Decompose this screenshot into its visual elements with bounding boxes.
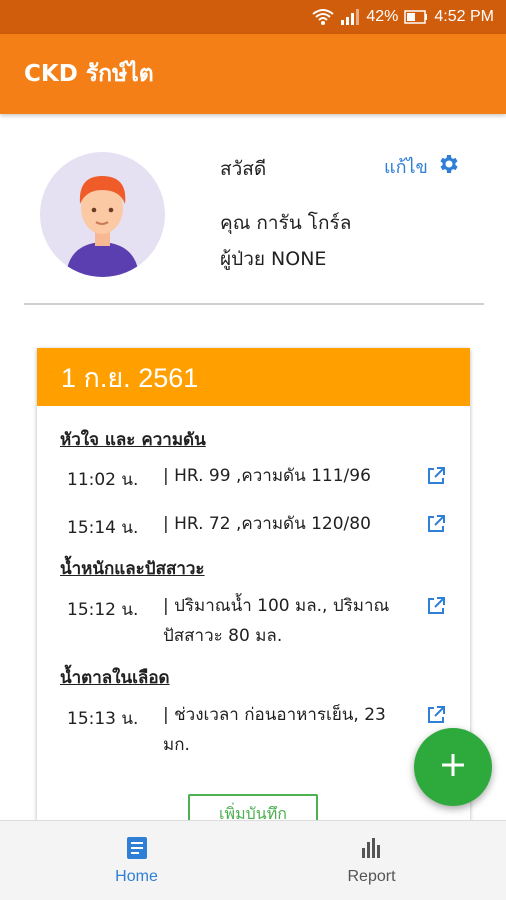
open-external-icon[interactable] <box>426 705 446 725</box>
signal-icon <box>340 9 360 25</box>
entry-time: 15:13 น. <box>67 709 139 729</box>
open-external-icon[interactable] <box>426 596 446 616</box>
entry-time: 15:12 น. <box>67 600 139 620</box>
section-title-weight-urine: น้ำหนักและปัสสาวะ <box>60 559 205 579</box>
nav-label-report: Report <box>347 868 396 885</box>
profile-section: สวัสดี คุณ การัน โกร์ล ผู้ป่วย NONE แก้ไ… <box>0 114 506 309</box>
entry-text: | HR. 99 ,ความดัน 111/96 <box>163 466 371 486</box>
open-external-icon[interactable] <box>426 466 446 486</box>
divider <box>24 303 484 305</box>
patient-id: ผู้ป่วย NONE <box>220 248 327 270</box>
card-date: 1 ก.ย. 2561 <box>61 362 199 393</box>
open-external-icon[interactable] <box>426 514 446 534</box>
user-name: คุณ การัน โกร์ล <box>220 212 352 234</box>
greeting-text: สวัสดี <box>220 158 267 180</box>
bottom-navigation: Home Report <box>0 820 506 900</box>
clock: 4:52 PM <box>434 8 494 25</box>
entry-text: | ปริมาณน้ำ 100 มล., ปริมาณปัสสาวะ 80 มล… <box>163 596 390 646</box>
app-bar: CKD รักษ์ไต <box>0 34 506 114</box>
gear-icon <box>436 152 460 181</box>
nav-label-home: Home <box>115 868 158 885</box>
wifi-icon <box>312 8 334 26</box>
section-title-blood-sugar: น้ำตาลในเลือด <box>60 668 170 688</box>
card-date-header: 1 ก.ย. 2561 <box>37 348 470 406</box>
battery-percent: 42% <box>366 8 399 25</box>
list-icon <box>125 836 149 864</box>
app-title: CKD รักษ์ไต <box>24 61 154 87</box>
entry-time: 15:14 น. <box>67 518 139 538</box>
edit-profile-button[interactable]: แก้ไข <box>384 152 460 181</box>
entry-time: 11:02 น. <box>67 470 139 490</box>
nav-item-report[interactable]: Report <box>245 821 498 900</box>
entry-text: | HR. 72 ,ความดัน 120/80 <box>163 514 371 534</box>
status-bar: 42% 4:52 PM <box>0 0 506 34</box>
section-title-heart-pressure: หัวใจ และ ความดัน <box>60 430 206 450</box>
daily-record-card: 1 ก.ย. 2561 หัวใจ และ ความดัน 11:02 น. |… <box>37 348 470 848</box>
plus-icon <box>440 752 466 782</box>
bar-chart-icon <box>360 836 384 864</box>
edit-label: แก้ไข <box>384 157 428 178</box>
avatar <box>40 152 165 277</box>
entry-text: | ช่วงเวลา ก่อนอาหารเย็น, 23 มก. <box>163 705 386 755</box>
battery-icon <box>404 10 428 24</box>
nav-item-home[interactable]: Home <box>10 821 263 900</box>
add-fab-button[interactable] <box>414 728 492 806</box>
